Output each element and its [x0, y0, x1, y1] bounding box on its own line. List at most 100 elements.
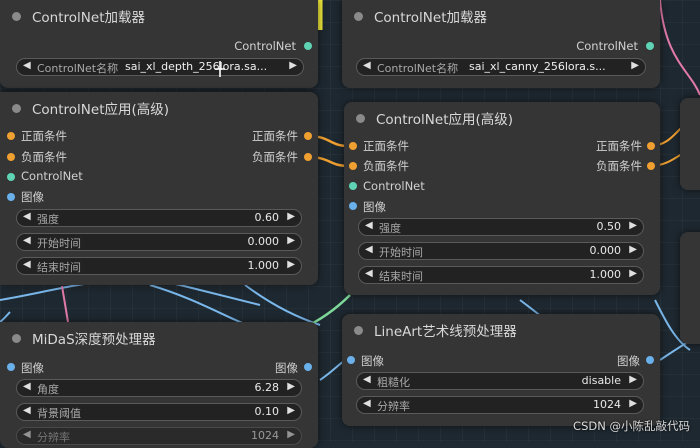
offscreen-node-right-top[interactable]: [680, 98, 700, 190]
node-title: LineArt艺术线预处理器: [374, 324, 517, 340]
angle-slider[interactable]: ◀ 角度 6.28 ▶: [16, 379, 302, 397]
increment-arrow-icon[interactable]: ▶: [287, 235, 295, 246]
input-label-positive: 正面条件: [363, 139, 409, 153]
widget-label: 强度: [37, 213, 59, 226]
prev-arrow-icon[interactable]: ◀: [23, 60, 31, 71]
widget-label: 强度: [379, 222, 401, 235]
output-label-image: 图像: [275, 361, 298, 375]
model-name-combo[interactable]: ◀ ControlNet名称 sai_xl_depth_256lora.sa..…: [16, 58, 304, 76]
controlnet-loader-node-right[interactable]: ControlNet加载器 ControlNet ◀ ControlNet名称 …: [342, 0, 660, 88]
input-port-controlnet[interactable]: [349, 182, 357, 190]
increment-arrow-icon[interactable]: ▶: [629, 220, 637, 231]
end-percent-slider[interactable]: ◀ 结束时间 1.000 ▶: [16, 257, 302, 275]
increment-arrow-icon[interactable]: ▶: [287, 405, 295, 416]
widget-value: 0.60: [254, 211, 280, 224]
input-label-controlnet: ControlNet: [363, 179, 425, 193]
widget-value: 0.50: [596, 220, 622, 233]
output-port-controlnet[interactable]: [646, 42, 654, 50]
input-port-positive[interactable]: [7, 132, 15, 140]
node-graph-canvas[interactable]: ControlNet加载器 ControlNet ◀ ControlNet名称 …: [0, 0, 700, 448]
input-port-image[interactable]: [349, 202, 357, 210]
widget-value: 1.000: [589, 268, 622, 281]
input-port-image[interactable]: [347, 356, 355, 364]
decrement-arrow-icon[interactable]: ◀: [23, 381, 31, 392]
node-title-bar[interactable]: ControlNet加载器: [342, 0, 660, 30]
node-title-bar[interactable]: LineArt艺术线预处理器: [342, 314, 660, 344]
collapse-dot-icon[interactable]: [354, 12, 363, 21]
prev-arrow-icon[interactable]: ◀: [363, 60, 371, 71]
input-label-controlnet: ControlNet: [21, 169, 83, 183]
collapse-dot-icon[interactable]: [354, 326, 363, 335]
collapse-dot-icon[interactable]: [12, 104, 21, 113]
input-port-negative[interactable]: [7, 153, 15, 161]
input-label-image: 图像: [361, 354, 384, 368]
node-title: ControlNet应用(高级): [376, 112, 514, 128]
output-port-negative[interactable]: [647, 162, 655, 170]
output-port-image[interactable]: [304, 363, 312, 371]
lineart-preprocessor-node[interactable]: LineArt艺术线预处理器 图像 图像 ◀ 粗糙化 disable ▶ ◀ 分…: [342, 314, 660, 426]
node-title-bar[interactable]: MiDaS深度预处理器: [0, 322, 318, 352]
controlnet-apply-node-left[interactable]: ControlNet应用(高级) 正面条件 正面条件 负面条件 负面条件 Con…: [0, 92, 318, 285]
controlnet-loader-node-left[interactable]: ControlNet加载器 ControlNet ◀ ControlNet名称 …: [0, 0, 318, 88]
controlnet-apply-node-right[interactable]: ControlNet应用(高级) 正面条件 正面条件 负面条件 负面条件 Con…: [344, 102, 660, 295]
model-name-combo[interactable]: ◀ ControlNet名称 sai_xl_canny_256lora.s...…: [356, 58, 646, 76]
input-port-negative[interactable]: [349, 162, 357, 170]
collapse-dot-icon[interactable]: [356, 114, 365, 123]
output-port-positive[interactable]: [304, 132, 312, 140]
output-port-positive[interactable]: [647, 142, 655, 150]
bg-threshold-slider[interactable]: ◀ 背景阈值 0.10 ▶: [16, 403, 302, 421]
next-arrow-icon[interactable]: ▶: [289, 60, 297, 71]
resolution-slider[interactable]: ◀ 分辨率 1024 ▶: [356, 396, 644, 414]
widget-label: 角度: [37, 383, 59, 396]
output-label-controlnet: ControlNet: [576, 39, 638, 53]
decrement-arrow-icon[interactable]: ◀: [365, 244, 373, 255]
strength-slider[interactable]: ◀ 强度 0.50 ▶: [358, 218, 644, 236]
collapse-dot-icon[interactable]: [12, 12, 21, 21]
output-port-image[interactable]: [646, 356, 654, 364]
resolution-slider[interactable]: ◀ 分辨率 1024 ▶: [16, 427, 302, 445]
increment-arrow-icon[interactable]: ▶: [629, 244, 637, 255]
increment-arrow-icon[interactable]: ▶: [629, 398, 637, 409]
node-title-bar[interactable]: ControlNet应用(高级): [344, 102, 660, 132]
output-label-negative: 负面条件: [596, 159, 642, 173]
output-port-controlnet[interactable]: [304, 42, 312, 50]
input-label-image: 图像: [21, 190, 44, 204]
decrement-arrow-icon[interactable]: ◀: [23, 259, 31, 270]
increment-arrow-icon[interactable]: ▶: [629, 268, 637, 279]
node-title-bar[interactable]: ControlNet应用(高级): [0, 92, 318, 122]
start-percent-slider[interactable]: ◀ 开始时间 0.000 ▶: [16, 233, 302, 251]
coarse-combo[interactable]: ◀ 粗糙化 disable ▶: [356, 372, 644, 390]
decrement-arrow-icon[interactable]: ◀: [363, 398, 371, 409]
output-label-image: 图像: [617, 354, 640, 368]
input-port-image[interactable]: [7, 193, 15, 201]
increment-arrow-icon[interactable]: ▶: [287, 381, 295, 392]
decrement-arrow-icon[interactable]: ◀: [23, 211, 31, 222]
increment-arrow-icon[interactable]: ▶: [287, 429, 295, 440]
end-percent-slider[interactable]: ◀ 结束时间 1.000 ▶: [358, 266, 644, 284]
input-port-positive[interactable]: [349, 142, 357, 150]
output-port-negative[interactable]: [304, 153, 312, 161]
collapse-dot-icon[interactable]: [12, 334, 21, 343]
prev-arrow-icon[interactable]: ◀: [363, 374, 371, 385]
text-cursor-icon: [215, 61, 225, 77]
node-title-bar[interactable]: ControlNet加载器: [0, 0, 318, 30]
input-port-image[interactable]: [7, 363, 15, 371]
strength-slider[interactable]: ◀ 强度 0.60 ▶: [16, 209, 302, 227]
next-arrow-icon[interactable]: ▶: [629, 374, 637, 385]
widget-label: 开始时间: [379, 246, 423, 259]
increment-arrow-icon[interactable]: ▶: [287, 211, 295, 222]
node-title: ControlNet加载器: [32, 10, 145, 26]
watermark: CSDN @小陈乱敲代码: [573, 419, 690, 433]
decrement-arrow-icon[interactable]: ◀: [365, 220, 373, 231]
wire-pink-top: [659, 0, 700, 96]
next-arrow-icon[interactable]: ▶: [631, 60, 639, 71]
midas-depth-preprocessor-node[interactable]: MiDaS深度预处理器 图像 图像 ◀ 角度 6.28 ▶ ◀ 背景阈值 0.1…: [0, 322, 318, 448]
decrement-arrow-icon[interactable]: ◀: [23, 405, 31, 416]
start-percent-slider[interactable]: ◀ 开始时间 0.000 ▶: [358, 242, 644, 260]
decrement-arrow-icon[interactable]: ◀: [365, 268, 373, 279]
decrement-arrow-icon[interactable]: ◀: [23, 429, 31, 440]
increment-arrow-icon[interactable]: ▶: [287, 259, 295, 270]
decrement-arrow-icon[interactable]: ◀: [23, 235, 31, 246]
offscreen-node-right-bottom[interactable]: [680, 232, 700, 344]
input-port-controlnet[interactable]: [7, 173, 15, 181]
